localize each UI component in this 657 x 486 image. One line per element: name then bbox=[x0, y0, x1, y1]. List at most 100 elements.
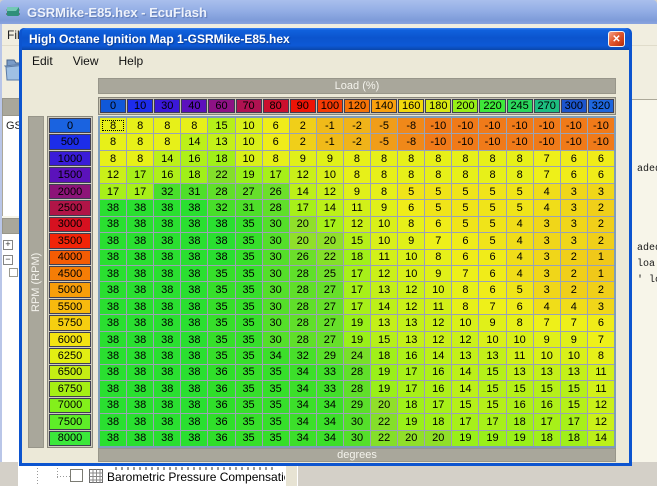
map-cell[interactable]: 12 bbox=[452, 331, 479, 348]
map-cell[interactable]: 7 bbox=[452, 266, 479, 282]
map-cell[interactable]: 8 bbox=[452, 298, 479, 315]
map-cell[interactable]: 18 bbox=[371, 348, 398, 364]
map-cell[interactable]: 8 bbox=[100, 150, 127, 167]
map-cell[interactable]: 34 bbox=[289, 430, 316, 446]
map-cell[interactable]: 9 bbox=[289, 150, 316, 167]
map-cell[interactable]: 38 bbox=[154, 266, 181, 282]
map-cell[interactable]: 35 bbox=[235, 331, 262, 348]
map-cell[interactable]: 35 bbox=[235, 315, 262, 331]
map-cell[interactable]: 3 bbox=[533, 282, 560, 298]
map-cell[interactable]: 19 bbox=[343, 315, 371, 331]
rpm-row-header[interactable]: 6250 bbox=[49, 348, 91, 364]
load-column-header[interactable]: 100 bbox=[316, 99, 343, 113]
map-cell[interactable]: 10 bbox=[452, 315, 479, 331]
map-cell[interactable]: 35 bbox=[235, 266, 262, 282]
load-column-header[interactable]: 200 bbox=[452, 99, 479, 113]
map-cell[interactable]: 28 bbox=[208, 183, 235, 200]
map-cell[interactable]: 35 bbox=[262, 381, 289, 397]
map-cell[interactable]: 32 bbox=[154, 183, 181, 200]
map-cell[interactable]: 8 bbox=[371, 150, 398, 167]
map-cell[interactable]: 17 bbox=[127, 183, 154, 200]
menu-edit[interactable]: Edit bbox=[22, 52, 63, 70]
map-cell[interactable]: 38 bbox=[181, 381, 208, 397]
map-cell[interactable]: 26 bbox=[262, 183, 289, 200]
map-cell[interactable]: 34 bbox=[316, 430, 343, 446]
map-cell[interactable]: 38 bbox=[181, 233, 208, 249]
map-cell[interactable]: 6 bbox=[452, 233, 479, 249]
map-cell[interactable]: 35 bbox=[235, 298, 262, 315]
map-cell[interactable]: 25 bbox=[316, 266, 343, 282]
map-cell[interactable]: 24 bbox=[343, 348, 371, 364]
map-cell[interactable]: 15 bbox=[479, 364, 506, 381]
map-cell[interactable]: 35 bbox=[262, 430, 289, 446]
map-cell[interactable]: -10 bbox=[533, 118, 560, 134]
map-cell[interactable]: 16 bbox=[181, 150, 208, 167]
map-cell[interactable]: 13 bbox=[506, 364, 533, 381]
map-cell[interactable]: 30 bbox=[343, 414, 371, 430]
map-cell[interactable]: 28 bbox=[262, 200, 289, 216]
tree-collapse-icon[interactable]: − bbox=[3, 255, 13, 265]
map-cell[interactable]: 1 bbox=[587, 249, 614, 266]
map-cell[interactable]: 38 bbox=[181, 298, 208, 315]
rpm-row-header[interactable]: 7500 bbox=[49, 414, 91, 430]
rpm-row-header[interactable]: 500 bbox=[49, 134, 91, 150]
map-cell[interactable]: 14 bbox=[452, 364, 479, 381]
map-cell[interactable]: 17 bbox=[533, 414, 560, 430]
map-cell[interactable]: 9 bbox=[533, 331, 560, 348]
map-cell[interactable]: 14 bbox=[289, 183, 316, 200]
map-cell[interactable]: 8 bbox=[506, 167, 533, 183]
map-cell[interactable]: 30 bbox=[262, 233, 289, 249]
map-cell[interactable]: 11 bbox=[343, 200, 371, 216]
map-cell[interactable]: 14 bbox=[452, 381, 479, 397]
map-cell[interactable]: -2 bbox=[343, 118, 371, 134]
map-cell[interactable]: 4 bbox=[506, 249, 533, 266]
map-cell[interactable]: 35 bbox=[235, 348, 262, 364]
map-cell[interactable]: 7 bbox=[533, 167, 560, 183]
map-cell[interactable]: -1 bbox=[316, 134, 343, 150]
map-cell[interactable]: 12 bbox=[289, 167, 316, 183]
map-cell[interactable]: 4 bbox=[506, 216, 533, 233]
map-cell[interactable]: 6 bbox=[262, 134, 289, 150]
map-cell[interactable]: 19 bbox=[479, 430, 506, 446]
map-cell[interactable]: 10 bbox=[316, 167, 343, 183]
map-cell[interactable]: 34 bbox=[289, 414, 316, 430]
load-column-header[interactable]: 140 bbox=[371, 99, 398, 113]
map-cell[interactable]: 38 bbox=[127, 249, 154, 266]
map-cell[interactable]: 18 bbox=[398, 397, 425, 414]
map-cell[interactable]: 28 bbox=[289, 282, 316, 298]
map-cell[interactable]: 15 bbox=[208, 118, 235, 134]
map-cell[interactable]: -10 bbox=[560, 118, 587, 134]
map-cell[interactable]: 35 bbox=[262, 364, 289, 381]
map-cell[interactable]: 34 bbox=[316, 414, 343, 430]
rpm-row-header[interactable]: 2000 bbox=[49, 183, 91, 200]
map-cell[interactable]: 12 bbox=[425, 331, 452, 348]
map-cell[interactable]: 31 bbox=[181, 183, 208, 200]
map-cell[interactable]: 8 bbox=[425, 249, 452, 266]
map-cell[interactable]: 27 bbox=[316, 315, 343, 331]
rpm-row-header[interactable]: 1000 bbox=[49, 150, 91, 167]
load-column-header[interactable]: 120 bbox=[343, 99, 371, 113]
map-cell[interactable]: 38 bbox=[154, 200, 181, 216]
map-cell[interactable]: 13 bbox=[452, 348, 479, 364]
map-cell[interactable]: 38 bbox=[154, 282, 181, 298]
map-cell[interactable]: 10 bbox=[479, 331, 506, 348]
map-cell[interactable]: 14 bbox=[425, 348, 452, 364]
map-cell[interactable]: 30 bbox=[262, 315, 289, 331]
map-cell[interactable]: 17 bbox=[343, 298, 371, 315]
map-cell[interactable]: 35 bbox=[235, 414, 262, 430]
map-cell[interactable]: 35 bbox=[208, 331, 235, 348]
map-cell[interactable]: 30 bbox=[262, 216, 289, 233]
map-cell[interactable]: -10 bbox=[506, 118, 533, 134]
map-cell-selected[interactable]: 8 bbox=[100, 118, 127, 134]
map-cell[interactable]: 26 bbox=[289, 249, 316, 266]
map-cell[interactable]: 33 bbox=[316, 381, 343, 397]
map-cell[interactable]: 38 bbox=[181, 200, 208, 216]
map-cell[interactable]: 5 bbox=[425, 200, 452, 216]
map-cell[interactable]: 38 bbox=[100, 266, 127, 282]
map-cell[interactable]: -10 bbox=[479, 134, 506, 150]
menu-view[interactable]: View bbox=[63, 52, 109, 70]
load-column-header[interactable]: 245 bbox=[506, 99, 533, 113]
map-cell[interactable]: 28 bbox=[343, 381, 371, 397]
map-cell[interactable]: 6 bbox=[452, 249, 479, 266]
map-cell[interactable]: 38 bbox=[127, 364, 154, 381]
